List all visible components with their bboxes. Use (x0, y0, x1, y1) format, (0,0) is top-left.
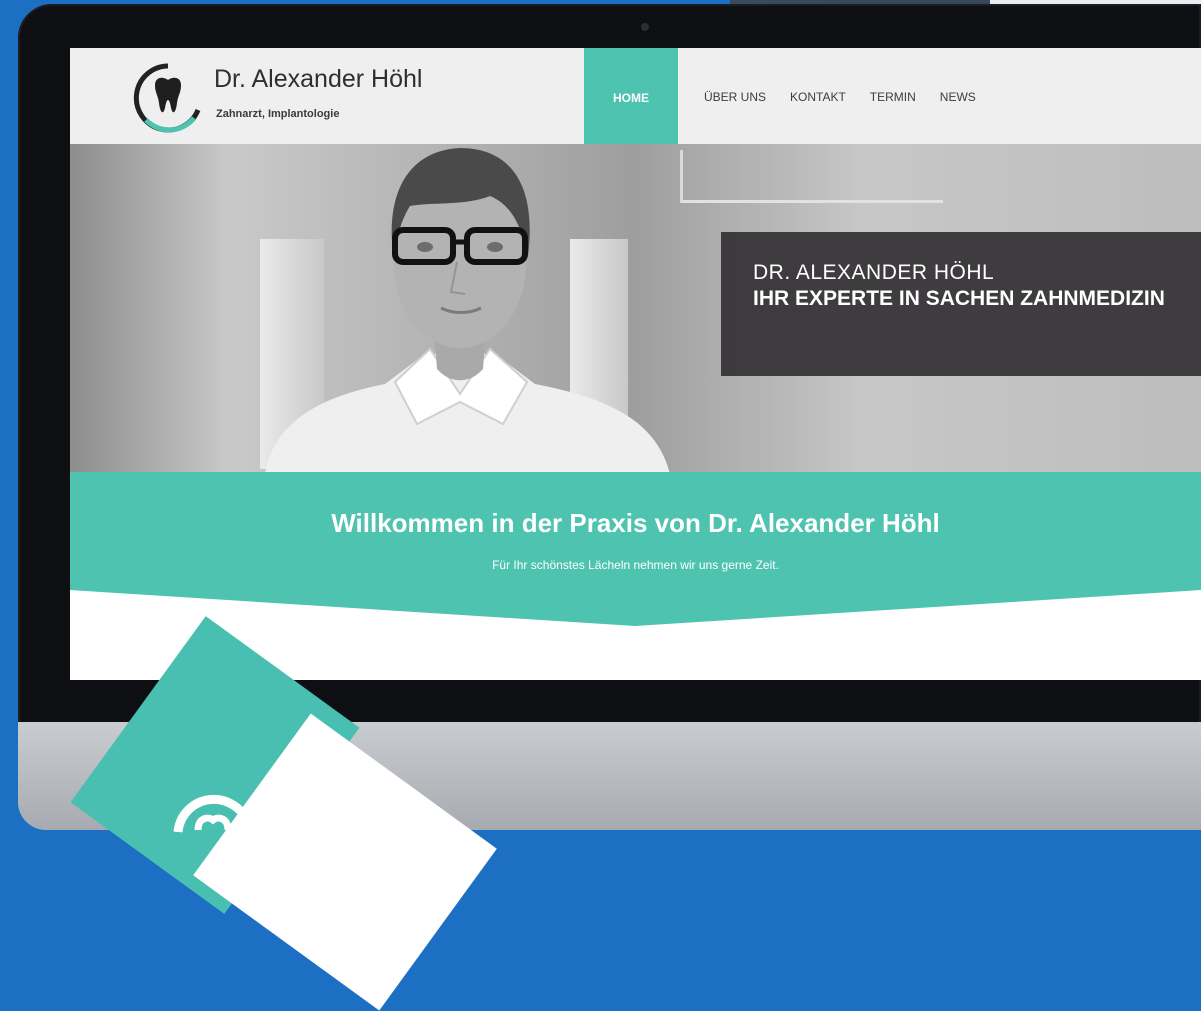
nav-kontakt[interactable]: KONTAKT (790, 48, 846, 144)
nav-news[interactable]: NEWS (940, 48, 976, 144)
welcome-subtitle: Für Ihr schönstes Lächeln nehmen wir uns… (492, 558, 779, 572)
card-tooth-icon (173, 794, 253, 833)
nav-home[interactable]: HOME (584, 48, 678, 144)
brand-tagline: Zahnarzt, Implantologie (216, 108, 340, 120)
site-header: Dr. Alexander Höhl Zahnarzt, Implantolog… (70, 48, 1201, 144)
camera-dot (641, 23, 649, 31)
doctor-portrait (265, 148, 670, 474)
hero-textbox: DR. ALEXANDER HÖHL IHR EXPERTE IN SACHEN… (721, 232, 1201, 376)
brand-name[interactable]: Dr. Alexander Höhl (214, 65, 422, 94)
hero-subtitle: IHR EXPERTE IN SACHEN ZAHNMEDIZIN (753, 287, 1165, 310)
hero-banner: DR. ALEXANDER HÖHL IHR EXPERTE IN SACHEN… (70, 144, 1201, 474)
nav-ueber-uns[interactable]: ÜBER UNS (704, 48, 766, 144)
nav-termin[interactable]: TERMIN (870, 48, 916, 144)
welcome-band (70, 472, 1201, 650)
tooth-icon[interactable] (132, 62, 204, 134)
main-nav: HOME ÜBER UNS KONTAKT TERMIN NEWS (584, 48, 1000, 144)
website-screen: Dr. Alexander Höhl Zahnarzt, Implantolog… (70, 48, 1201, 680)
hero-title: DR. ALEXANDER HÖHL (753, 261, 995, 284)
welcome-title: Willkommen in der Praxis von Dr. Alexand… (331, 508, 940, 538)
hero-ceiling-detail (680, 150, 943, 203)
